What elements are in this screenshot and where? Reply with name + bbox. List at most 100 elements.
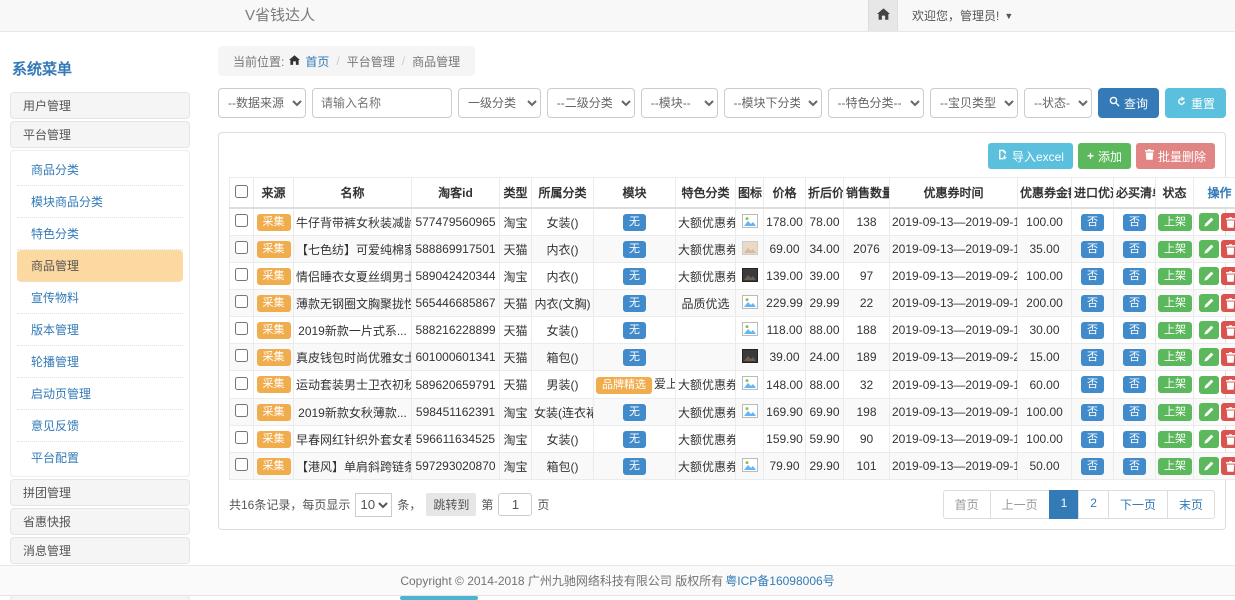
delete-button[interactable] [1221, 348, 1235, 366]
sidebar-item[interactable]: 平台配置 [17, 442, 183, 473]
row-checkbox[interactable] [235, 241, 248, 254]
row-checkbox[interactable] [235, 377, 248, 390]
filter-select[interactable]: --宝贝类型-- [930, 88, 1018, 118]
status-badge[interactable]: 上架 [1158, 376, 1192, 393]
sidebar-item[interactable]: 版本管理 [17, 314, 183, 346]
row-checkbox[interactable] [235, 214, 248, 227]
filter-select[interactable]: --模块-- [641, 88, 718, 118]
breadcrumb-home-link[interactable]: 首页 [305, 53, 329, 70]
delete-button[interactable] [1221, 240, 1235, 258]
edit-button[interactable] [1199, 403, 1219, 421]
must-buy-badge[interactable]: 否 [1123, 214, 1146, 231]
delete-button[interactable] [1221, 403, 1235, 421]
must-buy-badge[interactable]: 否 [1123, 268, 1146, 285]
status-badge[interactable]: 上架 [1158, 295, 1192, 312]
import-excel-button[interactable]: 导入excel [988, 143, 1073, 169]
page-button[interactable]: 下一页 [1108, 490, 1168, 519]
sidebar-item[interactable]: 特色分类 [17, 218, 183, 250]
edit-button[interactable] [1199, 294, 1219, 312]
must-buy-badge[interactable]: 否 [1123, 376, 1146, 393]
edit-button[interactable] [1199, 321, 1219, 339]
page-button[interactable]: 首页 [943, 490, 991, 519]
filter-select[interactable]: --状态-- [1024, 88, 1092, 118]
sidebar-item[interactable]: 轮播管理 [17, 346, 183, 378]
sidebar-item-active[interactable]: 商品管理 [17, 250, 183, 282]
status-badge[interactable]: 上架 [1158, 268, 1192, 285]
edit-button[interactable] [1199, 267, 1219, 285]
row-checkbox[interactable] [235, 268, 248, 281]
must-buy-badge[interactable]: 否 [1123, 295, 1146, 312]
import-select-badge[interactable]: 否 [1081, 322, 1104, 339]
delete-button[interactable] [1221, 321, 1235, 339]
must-buy-badge[interactable]: 否 [1123, 322, 1146, 339]
sidebar-group[interactable]: 平台管理 [10, 121, 190, 148]
sidebar-item[interactable]: 模块商品分类 [17, 186, 183, 218]
status-badge[interactable]: 上架 [1158, 214, 1192, 231]
add-button[interactable]: + 添加 [1078, 143, 1131, 169]
edit-button[interactable] [1199, 348, 1219, 366]
reset-button[interactable]: 重置 [1165, 88, 1226, 118]
must-buy-badge[interactable]: 否 [1123, 431, 1146, 448]
sidebar-group[interactable]: 拼团管理 [10, 479, 190, 506]
status-badge[interactable]: 上架 [1158, 404, 1192, 421]
edit-button[interactable] [1199, 430, 1219, 448]
home-button[interactable] [868, 0, 898, 31]
sidebar-item[interactable]: 启动页管理 [17, 378, 183, 410]
edit-button[interactable] [1199, 376, 1219, 394]
batch-delete-button[interactable]: 批量删除 [1136, 143, 1215, 169]
status-badge[interactable]: 上架 [1158, 431, 1192, 448]
filter-select[interactable]: 一级分类 [458, 88, 541, 118]
status-badge[interactable]: 上架 [1158, 322, 1192, 339]
sidebar-item[interactable]: 意见反馈 [17, 410, 183, 442]
status-badge[interactable]: 上架 [1158, 241, 1192, 258]
sidebar-item[interactable]: 宣传物料 [17, 282, 183, 314]
horizontal-scrollbar-thumb[interactable] [400, 596, 478, 600]
row-checkbox[interactable] [235, 322, 248, 335]
jump-button[interactable]: 跳转到 [426, 493, 476, 516]
import-select-badge[interactable]: 否 [1081, 458, 1104, 475]
delete-button[interactable] [1221, 294, 1235, 312]
import-select-badge[interactable]: 否 [1081, 214, 1104, 231]
filter-select[interactable]: --特色分类-- [828, 88, 924, 118]
import-select-badge[interactable]: 否 [1081, 431, 1104, 448]
sidebar-group[interactable]: 省惠快报 [10, 508, 190, 535]
delete-button[interactable] [1221, 213, 1235, 231]
import-select-badge[interactable]: 否 [1081, 376, 1104, 393]
row-checkbox[interactable] [235, 431, 248, 444]
status-badge[interactable]: 上架 [1158, 349, 1192, 366]
page-button[interactable]: 1 [1049, 490, 1080, 519]
edit-button[interactable] [1199, 213, 1219, 231]
delete-button[interactable] [1221, 376, 1235, 394]
sidebar-item[interactable]: 商品分类 [17, 154, 183, 186]
must-buy-badge[interactable]: 否 [1123, 458, 1146, 475]
import-select-badge[interactable]: 否 [1081, 404, 1104, 421]
jump-page-input[interactable] [498, 493, 532, 516]
filter-select[interactable]: --模块下分类-- [724, 88, 822, 118]
icp-link[interactable]: 粤ICP备16098006号 [725, 572, 834, 589]
page-button[interactable]: 末页 [1167, 490, 1215, 519]
sidebar-group[interactable]: 消息管理 [10, 537, 190, 564]
must-buy-badge[interactable]: 否 [1123, 349, 1146, 366]
status-badge[interactable]: 上架 [1158, 458, 1192, 475]
page-button[interactable]: 2 [1078, 490, 1109, 519]
row-checkbox[interactable] [235, 458, 248, 471]
import-select-badge[interactable]: 否 [1081, 295, 1104, 312]
query-button[interactable]: 查询 [1098, 88, 1159, 118]
sidebar-group[interactable]: 用户管理 [10, 92, 190, 119]
edit-button[interactable] [1199, 457, 1219, 475]
select-all-checkbox[interactable] [235, 185, 248, 198]
must-buy-badge[interactable]: 否 [1123, 241, 1146, 258]
delete-button[interactable] [1221, 457, 1235, 475]
delete-button[interactable] [1221, 267, 1235, 285]
filter-select[interactable]: --二级分类-- [547, 88, 635, 118]
import-select-badge[interactable]: 否 [1081, 241, 1104, 258]
import-select-badge[interactable]: 否 [1081, 349, 1104, 366]
import-select-badge[interactable]: 否 [1081, 268, 1104, 285]
page-button[interactable]: 上一页 [990, 490, 1050, 519]
user-menu[interactable]: 欢迎您，管理员! ▼ [898, 7, 1027, 24]
edit-button[interactable] [1199, 240, 1219, 258]
filter-select[interactable]: --数据来源-- [218, 88, 306, 118]
must-buy-badge[interactable]: 否 [1123, 404, 1146, 421]
row-checkbox[interactable] [235, 295, 248, 308]
row-checkbox[interactable] [235, 349, 248, 362]
